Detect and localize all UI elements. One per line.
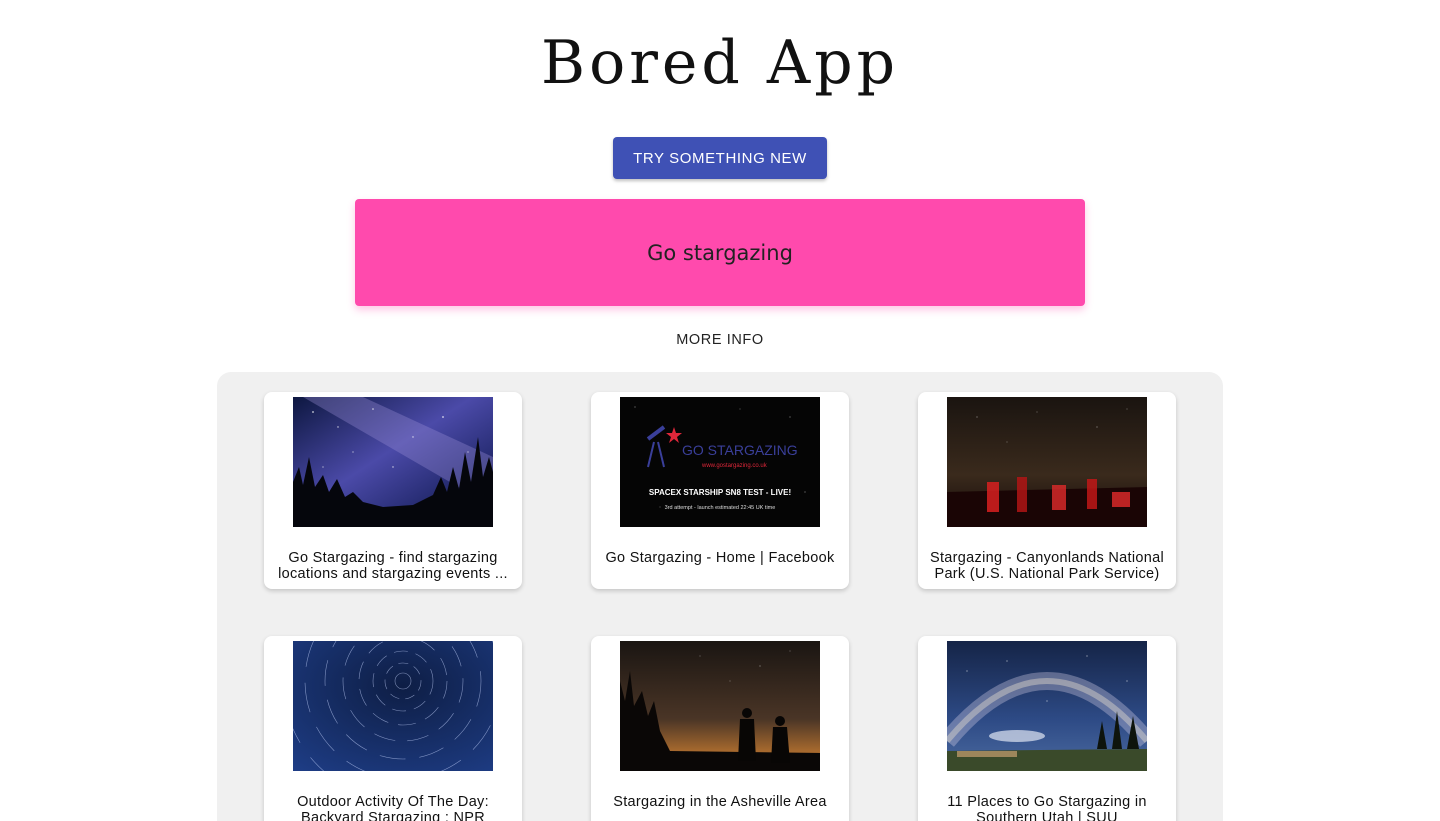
- result-card[interactable]: Stargazing in the Asheville Area: [591, 636, 849, 821]
- result-title: Stargazing in the Asheville Area: [613, 794, 827, 810]
- result-title: Outdoor Activity Of The Day: Backyard St…: [297, 794, 489, 821]
- page: Bored App TRY SOMETHING NEW Go stargazin…: [0, 0, 1440, 821]
- result-title: Go Stargazing - Home | Facebook: [605, 550, 835, 566]
- app-title: Bored App: [540, 28, 900, 98]
- results-panel: Go Stargazing - find stargazing location…: [217, 372, 1223, 821]
- silhouettes-night-sky-image: [620, 641, 820, 771]
- activity-text: Go stargazing: [647, 240, 793, 265]
- banner-brand: GO STARGAZING: [682, 442, 798, 458]
- red-lit-campsite-night-image: [947, 397, 1147, 527]
- milky-way-arch-image: [947, 641, 1147, 771]
- result-title: Go Stargazing - find stargazing location…: [278, 550, 508, 582]
- result-card[interactable]: Stargazing - Canyonlands National Park (…: [918, 392, 1176, 589]
- result-card[interactable]: Go Stargazing - find stargazing location…: [264, 392, 522, 589]
- banner-url: www.gostargazing.co.uk: [701, 463, 768, 469]
- result-card[interactable]: GO STARGAZING www.gostargazing.co.uk SPA…: [591, 392, 849, 589]
- try-something-new-button[interactable]: TRY SOMETHING NEW: [613, 137, 827, 179]
- result-title: 11 Places to Go Stargazing in Southern U…: [947, 794, 1147, 821]
- banner-headline: SPACEX STARSHIP SN8 TEST - LIVE!: [649, 488, 791, 497]
- more-info-button[interactable]: MORE INFO: [620, 326, 820, 354]
- result-title: Stargazing - Canyonlands National Park (…: [930, 550, 1164, 582]
- milky-way-forest-image: [293, 397, 493, 527]
- result-card[interactable]: 11 Places to Go Stargazing in Southern U…: [918, 636, 1176, 821]
- go-stargazing-banner-image: GO STARGAZING www.gostargazing.co.uk SPA…: [620, 397, 820, 527]
- result-card[interactable]: Outdoor Activity Of The Day: Backyard St…: [264, 636, 522, 821]
- banner-subline: 3rd attempt - launch estimated 22:45 UK …: [665, 505, 776, 511]
- star-trails-image: [293, 641, 493, 771]
- activity-card: Go stargazing: [355, 199, 1085, 306]
